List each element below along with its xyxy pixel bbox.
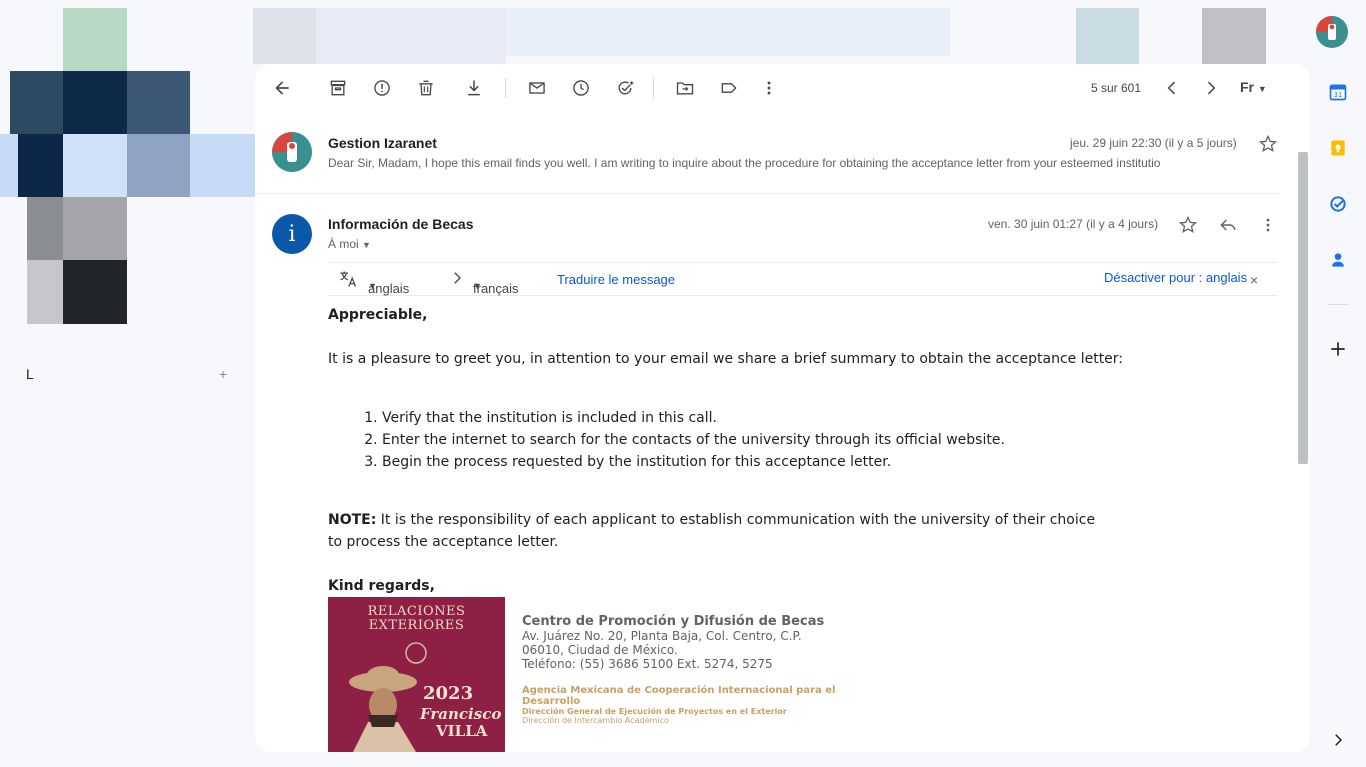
blurred-avatar: [1202, 8, 1266, 64]
signature-address: 06010, Ciudad de México.: [522, 643, 678, 657]
signature-address: Av. Juárez No. 20, Planta Baja, Col. Cen…: [522, 629, 802, 643]
blurred-region: [27, 260, 63, 324]
signature-dept: Dirección de Intercambio Académico: [522, 716, 669, 725]
blurred-region: [63, 260, 127, 324]
email-view: 5 sur 601 Fr ▼ Gestion Izaranet jeu. 29 …: [255, 64, 1310, 752]
steps-list: Verify that the institution is included …: [364, 407, 1005, 473]
blurred-avatar: [1076, 8, 1139, 64]
chevron-right-icon: [448, 269, 466, 290]
toolbar-divider: [653, 78, 654, 98]
tasks-icon[interactable]: [1326, 192, 1350, 216]
blurred-region: [63, 134, 127, 197]
snooze-clock-icon[interactable]: [569, 76, 593, 100]
blurred-region: [190, 134, 255, 197]
svg-text:31: 31: [1334, 91, 1342, 99]
blurred-search-bar: [253, 8, 316, 64]
expand-panel-chevron-icon[interactable]: [1326, 728, 1350, 752]
scrollbar-thumb[interactable]: [1298, 152, 1308, 464]
translate-icon: [338, 269, 358, 292]
signature-phone: Teléfono: (55) 3686 5100 Ext. 5274, 5275: [522, 657, 773, 671]
signature-dept: Dirección General de Ejecución de Proyec…: [522, 707, 787, 716]
blurred-region: [63, 71, 127, 134]
dropdown-caret-icon: ▼: [368, 281, 377, 291]
recipient-toggle[interactable]: À moi ▼: [328, 237, 371, 251]
banner-year: 2023: [423, 683, 474, 704]
intro-paragraph: It is a pleasure to greet you, in attent…: [328, 351, 1124, 367]
blurred-search-bar: [506, 8, 950, 56]
back-arrow-icon[interactable]: [270, 76, 294, 100]
blurred-region: [127, 134, 190, 197]
signature-agency: Agencia Mexicana de Cooperación Internac…: [522, 685, 836, 696]
signature-org: Centro de Promoción y Difusión de Becas: [522, 614, 825, 629]
sender-name: Gestion Izaranet: [328, 135, 437, 151]
translation-bar: anglais ▼ français ▼ Traduire le message…: [328, 262, 1278, 296]
list-item: Begin the process requested by the insti…: [382, 451, 1005, 473]
previous-chevron-icon[interactable]: [1160, 76, 1184, 100]
message-toolbar: 5 sur 601 Fr ▼: [255, 64, 1310, 112]
blurred-region: [10, 71, 63, 134]
banner-name: VILLA: [436, 722, 488, 740]
signature-agency: Desarrollo: [522, 696, 581, 707]
message-date: jeu. 29 juin 22:30 (il y a 5 jours): [1070, 136, 1237, 150]
reply-icon[interactable]: [1218, 215, 1238, 235]
star-icon[interactable]: [1178, 215, 1198, 235]
sidebar-add-icon[interactable]: +: [219, 366, 227, 382]
add-addon-icon[interactable]: [1326, 337, 1350, 361]
download-icon[interactable]: [462, 76, 486, 100]
keep-icon[interactable]: [1326, 136, 1350, 160]
side-panel-divider: [1327, 304, 1349, 305]
mark-unread-icon[interactable]: [525, 76, 549, 100]
note-paragraph: NOTE: It is the responsibility of each a…: [328, 509, 1095, 531]
toolbar-divider: [505, 78, 506, 98]
list-item: Enter the internet to search for the con…: [382, 429, 1005, 451]
pager-count: 5 sur 601: [1091, 81, 1142, 95]
contacts-icon[interactable]: [1326, 248, 1350, 272]
blurred-region: [63, 8, 127, 71]
blurred-region: [18, 134, 63, 197]
app-logo-icon[interactable]: [1316, 16, 1348, 48]
blurred-region: [27, 197, 63, 260]
closing: Kind regards,: [328, 578, 435, 594]
recipient-label: À moi: [328, 237, 359, 251]
add-task-icon[interactable]: [613, 76, 637, 100]
blurred-region: [0, 134, 18, 197]
input-language-label: Fr: [1240, 79, 1254, 95]
message-date: ven. 30 juin 01:27 (il y a 4 jours): [988, 217, 1159, 231]
close-icon[interactable]: ×: [1250, 272, 1258, 288]
more-vert-icon[interactable]: [757, 76, 781, 100]
signature-banner-image: RELACIONES EXTERIORES 2023 Francisco VILL…: [328, 597, 505, 752]
sender-avatar: i: [272, 214, 312, 254]
blurred-search-bar: [316, 8, 506, 64]
star-icon[interactable]: [1258, 134, 1278, 154]
list-item: Verify that the institution is included …: [382, 407, 1005, 429]
translate-message-link[interactable]: Traduire le message: [557, 272, 675, 287]
label-icon[interactable]: [717, 76, 741, 100]
sender-name: Información de Becas: [328, 216, 474, 232]
report-spam-icon[interactable]: [370, 76, 394, 100]
sidebar-label: L: [26, 366, 34, 382]
move-to-folder-icon[interactable]: [673, 76, 697, 100]
input-language-button[interactable]: Fr ▼: [1240, 79, 1267, 95]
banner-name: Francisco: [420, 705, 502, 723]
signature-text: Centro de Promoción y Difusión de Becas …: [522, 614, 835, 725]
blurred-region: [63, 197, 127, 260]
delete-icon[interactable]: [414, 76, 438, 100]
dropdown-caret-icon: ▼: [1257, 84, 1267, 94]
next-chevron-icon[interactable]: [1199, 76, 1223, 100]
note-paragraph-cont: to process the acceptance letter.: [328, 534, 559, 550]
collapsed-message[interactable]: Gestion Izaranet jeu. 29 juin 22:30 (il …: [255, 128, 1279, 194]
greeting: Appreciable,: [328, 307, 428, 323]
sender-avatar: [272, 132, 312, 172]
dropdown-caret-icon: ▼: [473, 281, 482, 291]
blurred-region: [127, 71, 190, 134]
archive-icon[interactable]: [326, 76, 350, 100]
deactivate-translation-link[interactable]: Désactiver pour : anglais: [1104, 270, 1247, 285]
message-snippet: Dear Sir, Madam, I hope this email finds…: [328, 156, 1161, 170]
note-text: It is the responsibility of each applica…: [376, 512, 1096, 528]
more-vert-icon[interactable]: [1258, 215, 1278, 235]
dropdown-caret-icon: ▼: [362, 240, 371, 250]
calendar-icon[interactable]: 31: [1326, 80, 1350, 104]
note-label: NOTE:: [328, 512, 377, 528]
